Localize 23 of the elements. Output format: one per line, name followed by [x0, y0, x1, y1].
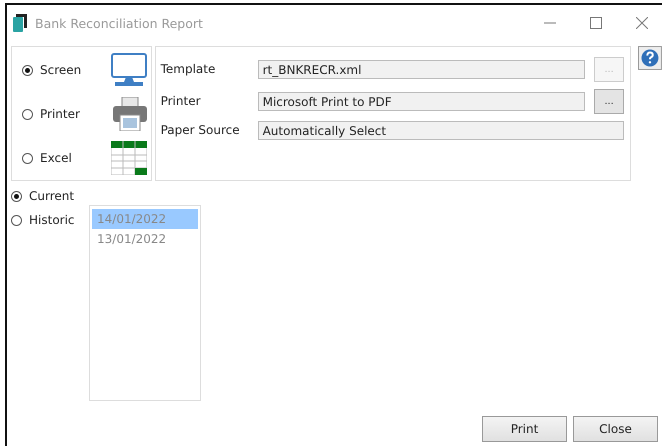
- radio-button[interactable]: Historic: [11, 213, 89, 227]
- radio-button[interactable]: Excel: [22, 151, 72, 165]
- radio-button[interactable]: Screen: [22, 63, 82, 77]
- monitor-icon: [110, 53, 147, 87]
- field-label: Template: [160, 62, 216, 76]
- browse-button[interactable]: ...: [594, 88, 624, 114]
- field-label: Paper Source: [160, 123, 241, 137]
- maximize-icon[interactable]: [590, 17, 602, 29]
- book-icon: [13, 14, 27, 32]
- spreadsheet-icon: [110, 141, 147, 175]
- print-button[interactable]: Print: [482, 416, 567, 442]
- list-item[interactable]: 13/01/2022: [92, 229, 198, 249]
- help-icon[interactable]: [638, 46, 662, 70]
- input-field[interactable]: rt_BNKRECR.xml: [258, 60, 586, 78]
- close-button[interactable]: Close: [573, 416, 658, 442]
- input-field[interactable]: Automatically Select: [258, 120, 624, 140]
- radio-button[interactable]: Current: [11, 189, 89, 203]
- field-label: Printer: [160, 94, 202, 108]
- radio-button[interactable]: Printer: [22, 107, 80, 121]
- input-field[interactable]: Microsoft Print to PDF: [258, 92, 586, 110]
- close-icon[interactable]: [636, 17, 648, 29]
- printer-icon: [112, 97, 147, 131]
- window-title: Bank Reconciliation Report: [35, 16, 203, 30]
